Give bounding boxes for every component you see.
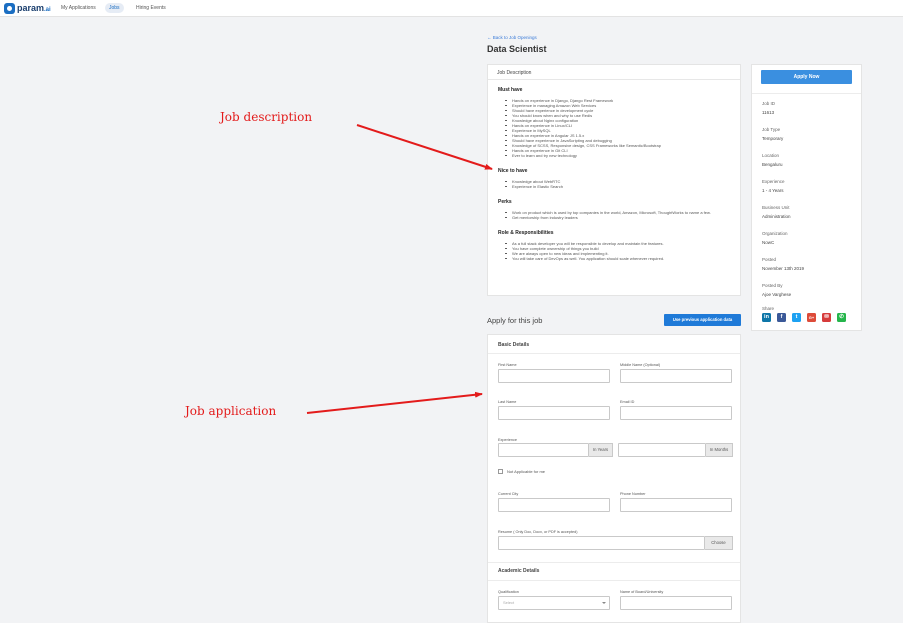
arrow-to-job-application <box>306 391 483 414</box>
annotation-arrows <box>306 124 493 414</box>
arrow-to-job-description <box>356 124 493 170</box>
